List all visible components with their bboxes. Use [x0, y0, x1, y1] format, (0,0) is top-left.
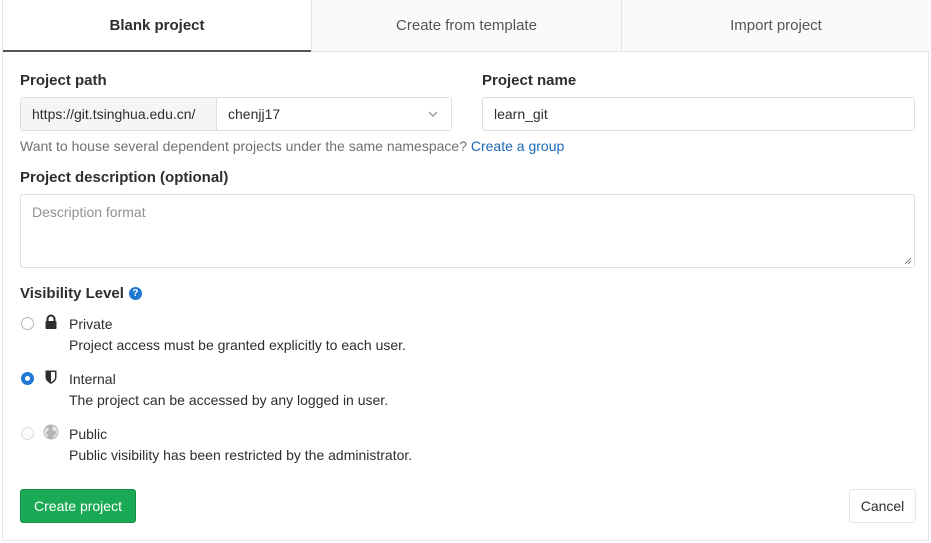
project-name-input[interactable]: learn_git [482, 97, 915, 131]
option-description: The project can be accessed by any logge… [69, 392, 389, 408]
visibility-option-public[interactable]: Public Public visibility has been restri… [20, 424, 620, 468]
chevron-down-icon [428, 111, 438, 117]
create-group-link[interactable]: Create a group [471, 138, 564, 154]
path-prefix: https://git.tsinghua.edu.cn/ [21, 98, 217, 130]
project-path-label: Project path [20, 72, 107, 89]
project-path-group: https://git.tsinghua.edu.cn/ chenjj17 [20, 97, 452, 131]
option-title: Private [69, 316, 113, 332]
new-project-panel: Blank project Create from template Impor… [2, 0, 930, 541]
project-description-label: Project description (optional) [20, 169, 229, 186]
visibility-option-private[interactable]: Private Project access must be granted e… [20, 314, 620, 358]
visibility-option-internal[interactable]: Internal The project can be accessed by … [20, 369, 620, 413]
lock-icon [45, 314, 57, 329]
option-description: Project access must be granted explicitl… [69, 337, 406, 353]
description-placeholder: Description format [32, 204, 146, 220]
namespace-value: chenjj17 [228, 106, 281, 122]
visibility-level-label: Visibility Level ? [20, 285, 142, 302]
option-title: Internal [69, 371, 116, 387]
radio-public[interactable] [21, 427, 34, 440]
radio-private[interactable] [21, 317, 34, 330]
tab-import-project[interactable]: Import project [621, 0, 930, 52]
create-project-button[interactable]: Create project [20, 489, 136, 523]
visibility-level-text: Visibility Level [20, 285, 124, 302]
namespace-select[interactable]: chenjj17 [217, 98, 451, 130]
option-description: Public visibility has been restricted by… [69, 447, 413, 463]
project-description-textarea[interactable]: Description format [20, 194, 915, 268]
question-circle-icon[interactable]: ? [128, 287, 142, 300]
cancel-button[interactable]: Cancel [849, 489, 916, 523]
radio-internal[interactable] [21, 372, 34, 385]
globe-icon [43, 424, 59, 440]
tab-create-from-template[interactable]: Create from template [311, 0, 621, 52]
tab-blank-project[interactable]: Blank project [3, 0, 311, 52]
project-tabs: Blank project Create from template Impor… [3, 0, 930, 52]
option-title: Public [69, 426, 108, 442]
project-name-label: Project name [482, 72, 577, 89]
resize-handle-icon[interactable] [904, 257, 912, 265]
shield-icon [45, 370, 57, 384]
namespace-help: Want to house several dependent projects… [20, 138, 564, 154]
namespace-help-text: Want to house several dependent projects… [20, 138, 467, 154]
